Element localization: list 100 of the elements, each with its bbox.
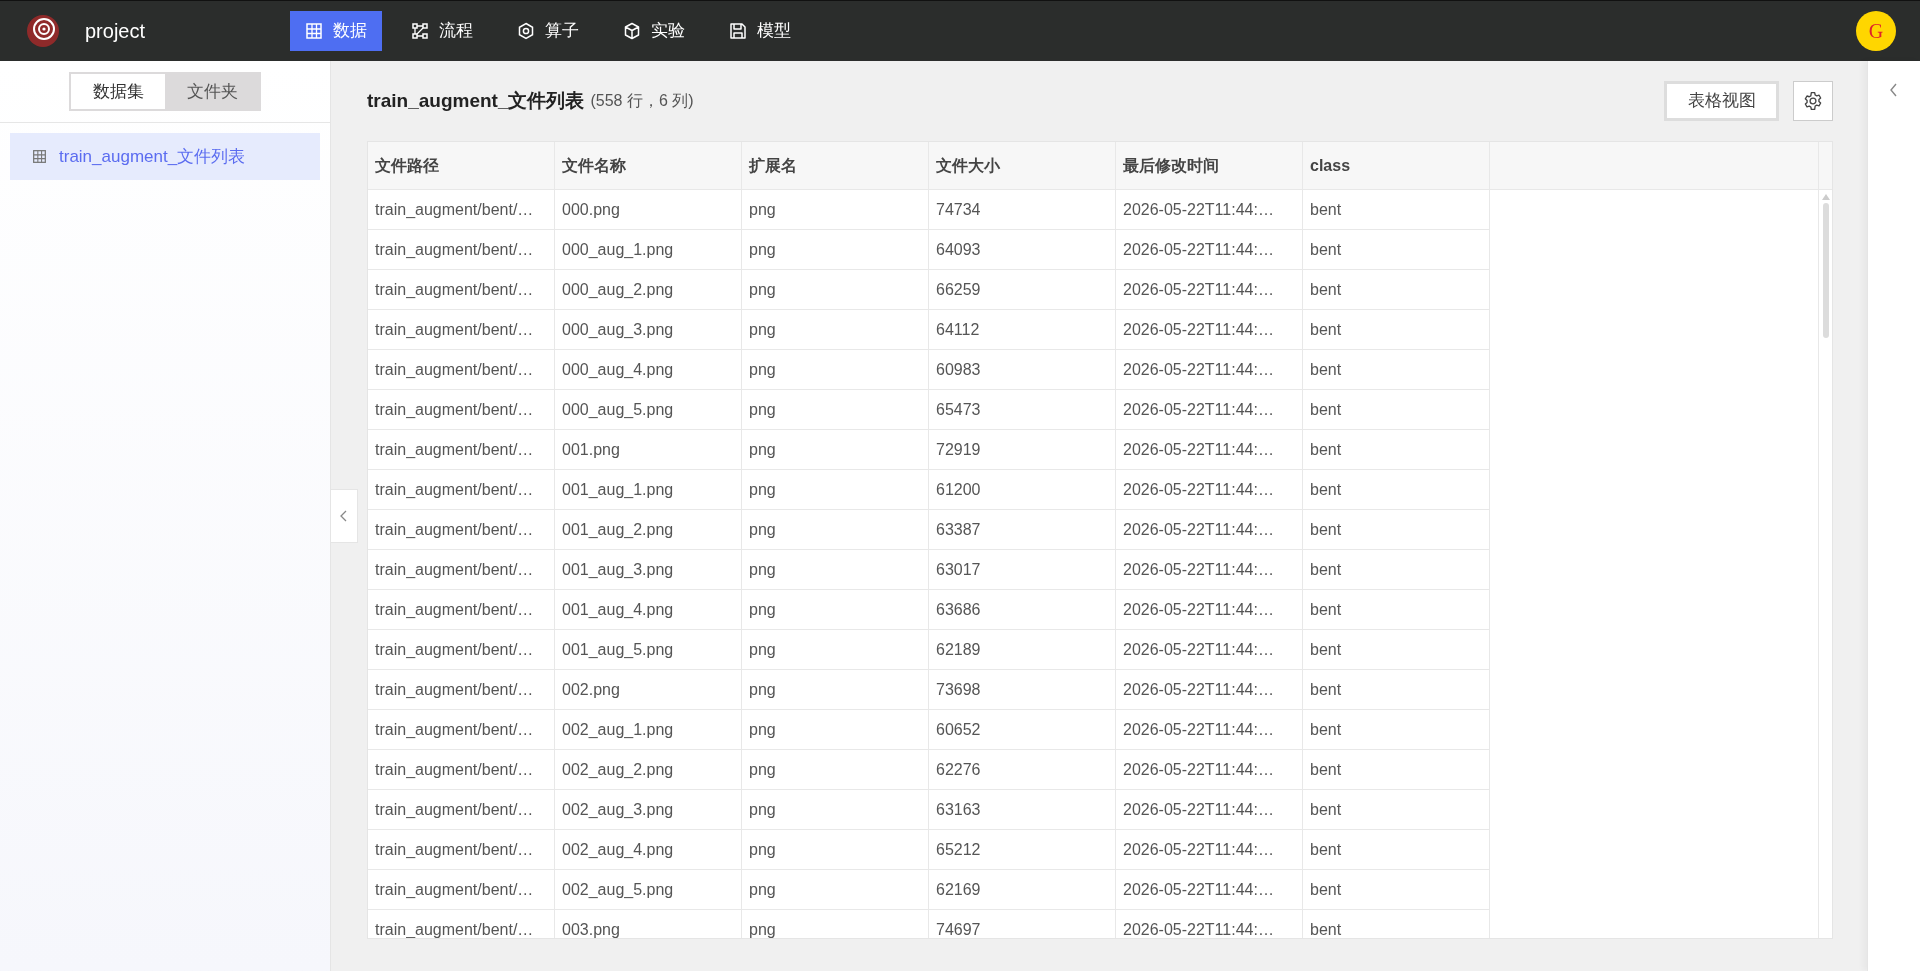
table-cell: 2026-05-22T11:44:… [1116, 870, 1303, 909]
table-cell: 2026-05-22T11:44:… [1116, 350, 1303, 389]
table-cell: train_augment/bent/… [368, 550, 555, 589]
table-cell: bent [1303, 830, 1490, 869]
table-cell: png [742, 790, 929, 829]
table-cell: train_augment/bent/… [368, 710, 555, 749]
table-cell: train_augment/bent/… [368, 350, 555, 389]
table-cell: train_augment/bent/… [368, 630, 555, 669]
table-cell: 74697 [929, 910, 1116, 938]
chevron-left-icon[interactable] [1889, 83, 1899, 97]
scrollbar-thumb[interactable] [1822, 203, 1829, 338]
table-cell: 64093 [929, 230, 1116, 269]
table-cell: bent [1303, 230, 1490, 269]
table-cell: 2026-05-22T11:44:… [1116, 430, 1303, 469]
table-cell: 2026-05-22T11:44:… [1116, 190, 1303, 229]
table-cell: png [742, 510, 929, 549]
table-cell: train_augment/bent/… [368, 270, 555, 309]
column-header: 文件大小 [929, 142, 1116, 189]
table-cell: 65212 [929, 830, 1116, 869]
table-cell: 000_aug_5.png [555, 390, 742, 429]
table-cell: 001_aug_5.png [555, 630, 742, 669]
table-cell: 65473 [929, 390, 1116, 429]
table-icon [32, 149, 47, 164]
table-cell: bent [1303, 630, 1490, 669]
table-cell: 001_aug_1.png [555, 470, 742, 509]
table-cell: bent [1303, 350, 1490, 389]
table-cell: 000_aug_1.png [555, 230, 742, 269]
table-cell: png [742, 630, 929, 669]
table-cell: 000_aug_4.png [555, 350, 742, 389]
table-cell: bent [1303, 750, 1490, 789]
table-cell: png [742, 390, 929, 429]
table-cell: 60652 [929, 710, 1116, 749]
table-cell: png [742, 830, 929, 869]
table-cell: png [742, 590, 929, 629]
table-cell: 2026-05-22T11:44:… [1116, 670, 1303, 709]
flow-icon [411, 22, 429, 40]
table-cell: bent [1303, 270, 1490, 309]
table-cell: png [742, 710, 929, 749]
table-cell: 62189 [929, 630, 1116, 669]
table-cell: 000_aug_2.png [555, 270, 742, 309]
settings-icon [1803, 91, 1823, 111]
segment-tab[interactable]: 文件夹 [165, 74, 259, 109]
column-header: 最后修改时间 [1116, 142, 1303, 189]
table-cell: 60983 [929, 350, 1116, 389]
app-name: project [85, 19, 147, 44]
table-cell: png [742, 750, 929, 789]
table-cell: 2026-05-22T11:44:… [1116, 390, 1303, 429]
table-cell: 63163 [929, 790, 1116, 829]
table-cell: train_augment/bent/… [368, 830, 555, 869]
column-header: 扩展名 [742, 142, 929, 189]
chevron-left-icon [339, 510, 349, 522]
table-cell: bent [1303, 430, 1490, 469]
table-cell: train_augment/bent/… [368, 430, 555, 469]
nav-tab[interactable]: 流程 [396, 11, 488, 51]
table-cell: train_augment/bent/… [368, 390, 555, 429]
table-cell: train_augment/bent/… [368, 310, 555, 349]
table-cell: bent [1303, 910, 1490, 938]
table-cell: 000_aug_3.png [555, 310, 742, 349]
table-cell: train_augment/bent/… [368, 870, 555, 909]
segment-tab[interactable]: 数据集 [71, 74, 165, 109]
nav-tab[interactable]: 实验 [608, 11, 700, 51]
settings-button[interactable] [1793, 81, 1833, 121]
table-cell: 2026-05-22T11:44:… [1116, 470, 1303, 509]
nav-tab[interactable]: 数据 [290, 11, 382, 51]
table-cell: 2026-05-22T11:44:… [1116, 510, 1303, 549]
table-cell: png [742, 270, 929, 309]
table-view-button[interactable]: 表格视图 [1664, 81, 1779, 121]
table-cell: bent [1303, 590, 1490, 629]
table-cell: 2026-05-22T11:44:… [1116, 790, 1303, 829]
table-cell: png [742, 550, 929, 589]
grid-icon [305, 22, 323, 40]
nav-tab[interactable]: 算子 [502, 11, 594, 51]
scrollbar[interactable] [1818, 190, 1832, 938]
table-cell: train_augment/bent/… [368, 590, 555, 629]
table-cell: train_augment/bent/… [368, 910, 555, 938]
table-cell: 003.png [555, 910, 742, 938]
row-count: (558 行，6 列) [590, 91, 694, 111]
table-cell: 74734 [929, 190, 1116, 229]
table-cell: 2026-05-22T11:44:… [1116, 550, 1303, 589]
table-cell: 64112 [929, 310, 1116, 349]
table-cell: bent [1303, 710, 1490, 749]
dataset-item[interactable]: train_augment_文件列表 [10, 133, 320, 180]
table-cell: bent [1303, 190, 1490, 229]
table-cell: bent [1303, 310, 1490, 349]
table-cell: 2026-05-22T11:44:… [1116, 910, 1303, 938]
table-cell: bent [1303, 510, 1490, 549]
table-cell: 2026-05-22T11:44:… [1116, 310, 1303, 349]
table-cell: 72919 [929, 430, 1116, 469]
table-cell: png [742, 310, 929, 349]
table-cell: bent [1303, 670, 1490, 709]
table-cell: train_augment/bent/… [368, 750, 555, 789]
table-cell: 73698 [929, 670, 1116, 709]
table-cell: png [742, 350, 929, 389]
table-cell: 66259 [929, 270, 1116, 309]
collapse-handle[interactable] [330, 489, 358, 543]
table-cell: bent [1303, 870, 1490, 909]
logo-icon [26, 14, 60, 48]
table-cell: 2026-05-22T11:44:… [1116, 590, 1303, 629]
table-cell: bent [1303, 550, 1490, 589]
nav-tab[interactable]: 模型 [714, 11, 806, 51]
